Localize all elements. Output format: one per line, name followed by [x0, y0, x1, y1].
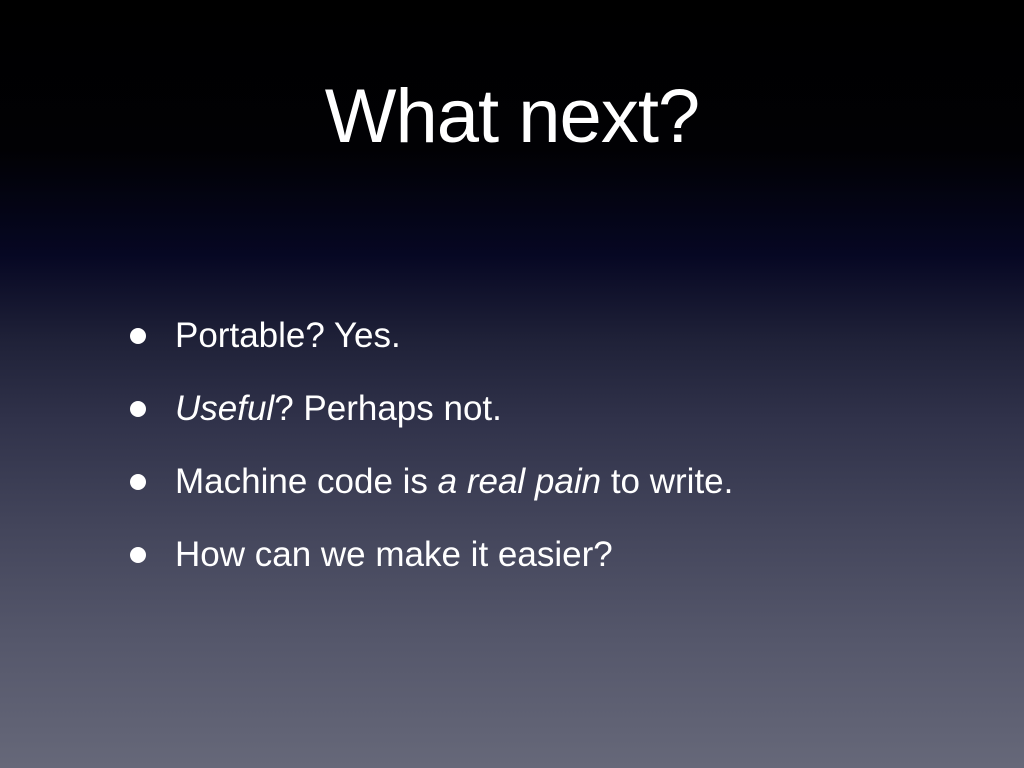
- bullet-text: Machine code is: [175, 462, 438, 501]
- slide-title: What next?: [324, 74, 700, 159]
- bullet-dot-icon: [130, 401, 146, 417]
- bullet-text-emphasis: a real pain: [437, 462, 602, 501]
- bullet-list: Portable? Yes. Useful? Perhaps not. Mach…: [130, 313, 733, 605]
- bullet-item: How can we make it easier?: [130, 532, 733, 605]
- slide: What next? Portable? Yes. Useful? Perhap…: [0, 0, 1024, 768]
- bullet-text: to write.: [601, 462, 734, 501]
- bullet-text: How can we make it easier?: [175, 535, 613, 574]
- bullet-text: Portable? Yes.: [175, 316, 401, 355]
- bullet-item: Machine code is a real pain to write.: [130, 459, 733, 532]
- bullet-item: Useful? Perhaps not.: [130, 386, 733, 459]
- bullet-dot-icon: [130, 547, 146, 563]
- bullet-text: ? Perhaps not.: [274, 389, 502, 428]
- bullet-dot-icon: [130, 328, 146, 344]
- bullet-text-emphasis: Useful: [175, 389, 275, 428]
- bullet-item: Portable? Yes.: [130, 313, 733, 386]
- bullet-dot-icon: [130, 474, 146, 490]
